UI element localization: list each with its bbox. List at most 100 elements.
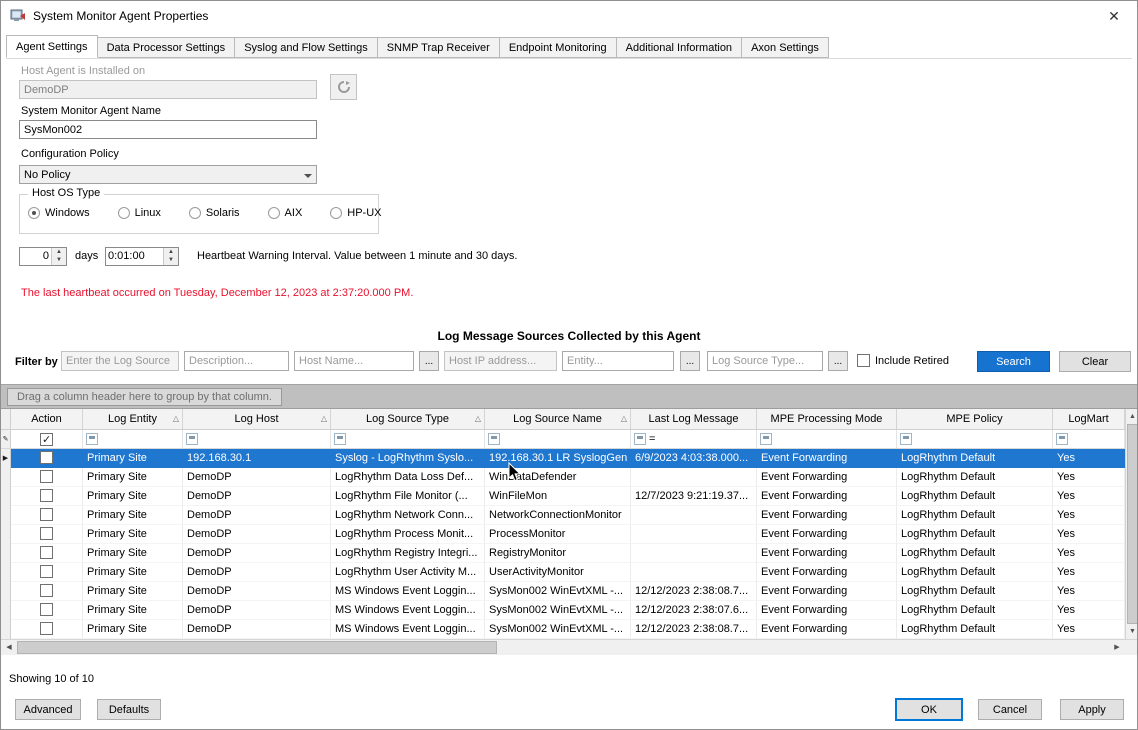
tab-axon-settings[interactable]: Axon Settings [742,37,829,58]
vertical-scrollbar[interactable]: ▲ ▼ [1125,409,1138,639]
host-name-filter-input[interactable] [294,351,414,371]
spinner-arrows[interactable]: ▲▼ [51,248,66,265]
filter-cell-action[interactable] [11,430,83,448]
tab-additional-information[interactable]: Additional Information [617,37,742,58]
row-checkbox[interactable] [40,451,53,464]
host-name-browse-button[interactable]: ... [419,351,439,371]
table-row[interactable]: Primary SiteDemoDPMS Windows Event Loggi… [1,601,1125,620]
spinner-arrows[interactable]: ▲▼ [163,248,178,265]
filter-cell-mpe-processing-mode[interactable] [757,430,897,448]
column-filter-icon[interactable] [634,433,646,445]
vertical-scroll-thumb[interactable] [1127,424,1138,624]
column-header-log-entity[interactable]: Log Entity△ [83,409,183,429]
row-checkbox[interactable] [40,565,53,578]
scroll-right-icon[interactable]: ▶ [1109,640,1125,655]
column-header-mpe-policy[interactable]: MPE Policy [897,409,1053,429]
filter-cell-mpe-policy[interactable] [897,430,1053,448]
column-filter-icon[interactable] [86,433,98,445]
row-checkbox[interactable] [40,527,53,540]
tab-agent-settings[interactable]: Agent Settings [6,35,98,58]
row-checkbox[interactable] [40,470,53,483]
clear-button[interactable]: Clear [1059,351,1131,372]
close-icon[interactable]: ✕ [1101,4,1127,28]
tab-data-processor-settings[interactable]: Data Processor Settings [98,37,236,58]
horizontal-scrollbar[interactable]: ◀ ▶ [1,639,1125,655]
scroll-down-icon[interactable]: ▼ [1126,624,1138,639]
column-filter-icon[interactable] [900,433,912,445]
filter-cell-log-source-name[interactable] [485,430,631,448]
apply-button[interactable]: Apply [1060,699,1124,720]
column-header-last-log-message[interactable]: Last Log Message [631,409,757,429]
log-source-type-filter-input[interactable] [707,351,823,371]
column-filter-icon[interactable] [1056,433,1068,445]
agent-name-field[interactable] [19,120,317,139]
interval-spinner[interactable]: 0:01:00 ▲▼ [105,247,179,266]
column-filter-icon[interactable] [488,433,500,445]
tab-syslog-and-flow-settings[interactable]: Syslog and Flow Settings [235,37,378,58]
title-bar[interactable]: System Monitor Agent Properties [1,1,1137,31]
radio-linux[interactable]: Linux [118,207,161,219]
host-lookup-button[interactable] [330,74,357,100]
column-filter-icon[interactable] [186,433,198,445]
column-header-log-source-type[interactable]: Log Source Type△ [331,409,485,429]
table-row[interactable]: Primary SiteDemoDPLogRhythm Network Conn… [1,506,1125,525]
scroll-up-icon[interactable]: ▲ [1126,409,1138,424]
column-header-log-host[interactable]: Log Host△ [183,409,331,429]
radio-hp-ux[interactable]: HP-UX [330,207,381,219]
filter-cell-last-log-message[interactable]: = [631,430,757,448]
row-checkbox[interactable] [40,508,53,521]
radio-windows[interactable]: Windows [28,207,90,219]
column-header-mpe-processing-mode[interactable]: MPE Processing Mode [757,409,897,429]
row-checkbox[interactable] [40,622,53,635]
table-row[interactable]: ▶Primary Site192.168.30.1Syslog - LogRhy… [1,449,1125,468]
radio-solaris[interactable]: Solaris [189,207,240,219]
tab-endpoint-monitoring[interactable]: Endpoint Monitoring [500,37,617,58]
table-row[interactable]: Primary SiteDemoDPLogRhythm Process Moni… [1,525,1125,544]
ok-button[interactable]: OK [895,698,963,721]
table-row[interactable]: Primary SiteDemoDPLogRhythm Registry Int… [1,544,1125,563]
table-row[interactable]: Primary SiteDemoDPMS Windows Event Loggi… [1,582,1125,601]
radio-aix[interactable]: AIX [268,207,303,219]
cell-mpe-policy: LogRhythm Default [897,601,1053,620]
entity-filter-input[interactable] [562,351,674,371]
entity-browse-button[interactable]: ... [680,351,700,371]
table-row[interactable]: Primary SiteDemoDPLogRhythm User Activit… [1,563,1125,582]
tab-snmp-trap-receiver[interactable]: SNMP Trap Receiver [378,37,500,58]
table-row[interactable]: Primary SiteDemoDPLogRhythm File Monitor… [1,487,1125,506]
row-checkbox[interactable] [40,584,53,597]
horizontal-scroll-thumb[interactable] [17,641,497,654]
days-spinner[interactable]: 0 ▲▼ [19,247,67,266]
include-retired-checkbox[interactable]: Include Retired [857,354,949,367]
row-checkbox[interactable] [40,489,53,502]
filter-cell-log-entity[interactable] [83,430,183,448]
row-checkbox[interactable] [40,546,53,559]
defaults-button[interactable]: Defaults [97,699,161,720]
configuration-policy-select[interactable]: No Policy [19,165,317,184]
search-button[interactable]: Search [977,351,1050,372]
chevron-down-icon [304,174,312,182]
cell-log-entity: Primary Site [83,563,183,582]
column-header-logmart[interactable]: LogMart [1053,409,1125,429]
column-header-action[interactable]: Action [11,409,83,429]
cell-log-source-name: NetworkConnectionMonitor [485,506,631,525]
include-retired-label: Include Retired [875,355,949,367]
column-filter-icon[interactable] [334,433,346,445]
table-row[interactable]: Primary SiteDemoDPMS Windows Event Loggi… [1,620,1125,639]
select-all-checkbox[interactable] [40,433,53,446]
log-source-type-browse-button[interactable]: ... [828,351,848,371]
filter-cell-logmart[interactable] [1053,430,1125,448]
log-source-filter-input[interactable] [61,351,179,371]
group-by-bar[interactable]: Drag a column header here to group by th… [1,384,1138,409]
column-header-log-source-name[interactable]: Log Source Name△ [485,409,631,429]
description-filter-input[interactable] [184,351,289,371]
column-filter-icon[interactable] [760,433,772,445]
row-checkbox[interactable] [40,603,53,616]
table-row[interactable]: Primary SiteDemoDPLogRhythm Data Loss De… [1,468,1125,487]
advanced-button[interactable]: Advanced [15,699,81,720]
filter-cell-log-host[interactable] [183,430,331,448]
scroll-left-icon[interactable]: ◀ [1,640,17,655]
column-header-label: Last Log Message [649,413,739,425]
cancel-button[interactable]: Cancel [978,699,1042,720]
filter-cell-log-source-type[interactable] [331,430,485,448]
cell-mpe-policy: LogRhythm Default [897,487,1053,506]
